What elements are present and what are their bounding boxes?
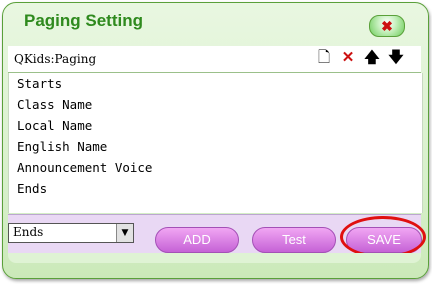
add-button[interactable]: ADD	[155, 227, 239, 253]
item-select[interactable]: Ends ▼	[8, 223, 134, 243]
test-button[interactable]: Test	[252, 227, 336, 253]
close-button[interactable]: ✖	[369, 15, 405, 37]
save-button[interactable]: SAVE	[346, 227, 422, 253]
list-item[interactable]: Local Name	[9, 115, 422, 136]
paging-item-list[interactable]: Starts Class Name Local Name English Nam…	[8, 73, 423, 213]
dialog-title: Paging Setting	[24, 11, 143, 30]
list-item[interactable]: Class Name	[9, 94, 422, 115]
list-item[interactable]: Starts	[9, 73, 422, 94]
path-toolbar: QKids:Paging 🗋 ✕ 🡅 🡇	[8, 46, 421, 73]
dialog-footer	[8, 253, 421, 263]
list-item[interactable]: English Name	[9, 136, 422, 157]
list-item[interactable]: Announcement Voice	[9, 157, 422, 178]
select-value: Ends	[13, 225, 44, 239]
new-page-icon[interactable]: 🗋	[315, 49, 333, 67]
list-item[interactable]: Ends	[9, 178, 422, 199]
path-label: QKids:Paging	[14, 52, 97, 66]
delete-icon[interactable]: ✕	[339, 49, 357, 67]
dropdown-arrow-icon[interactable]: ▼	[116, 224, 133, 242]
move-up-icon[interactable]: 🡅	[363, 49, 381, 67]
close-icon: ✖	[381, 17, 393, 34]
move-down-icon[interactable]: 🡇	[387, 49, 405, 67]
